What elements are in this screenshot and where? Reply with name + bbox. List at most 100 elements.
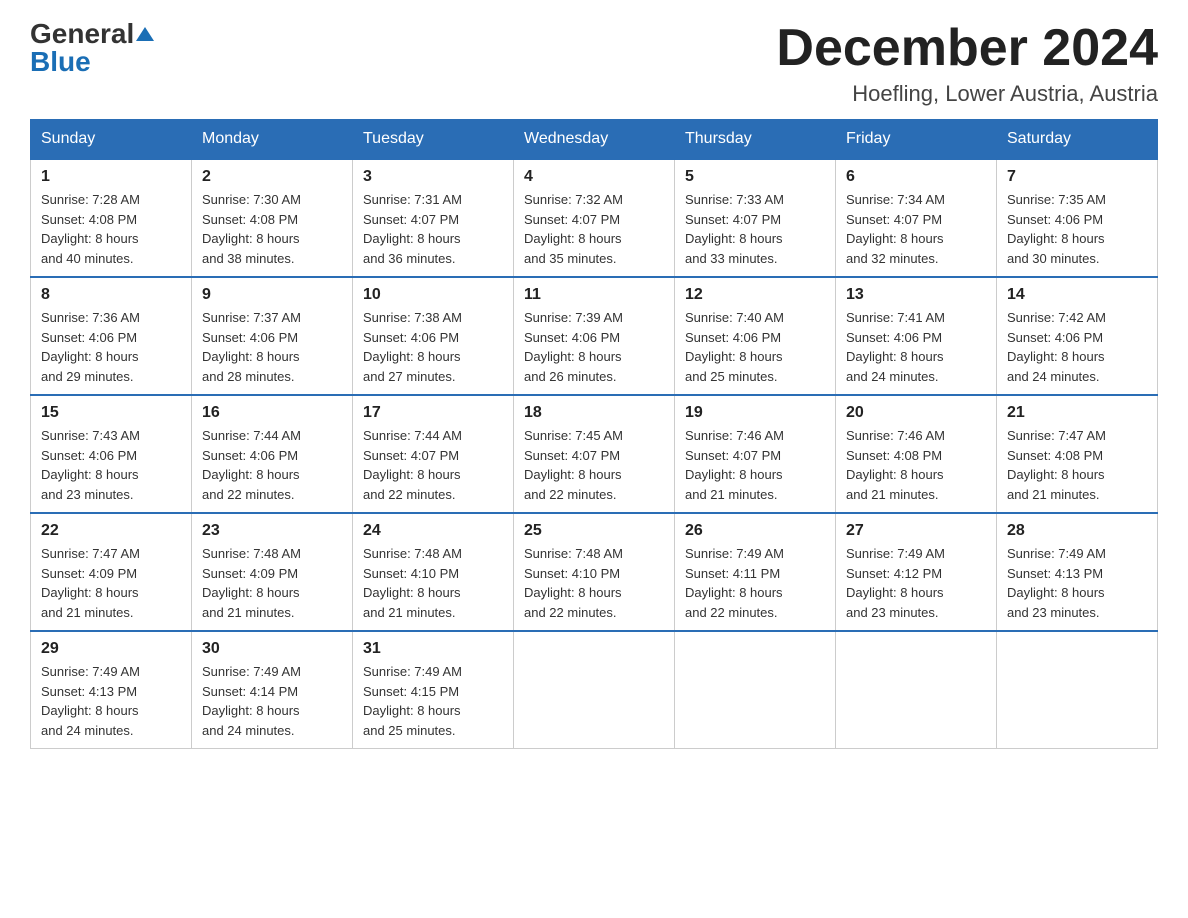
day-number: 18 [524, 404, 664, 422]
calendar-cell: 25 Sunrise: 7:48 AM Sunset: 4:10 PM Dayl… [514, 513, 675, 631]
day-number: 28 [1007, 522, 1147, 540]
day-number: 9 [202, 286, 342, 304]
day-number: 29 [41, 640, 181, 658]
calendar-week-row: 15 Sunrise: 7:43 AM Sunset: 4:06 PM Dayl… [31, 395, 1158, 513]
calendar-cell: 5 Sunrise: 7:33 AM Sunset: 4:07 PM Dayli… [675, 159, 836, 277]
day-number: 16 [202, 404, 342, 422]
calendar-week-row: 29 Sunrise: 7:49 AM Sunset: 4:13 PM Dayl… [31, 631, 1158, 749]
day-info: Sunrise: 7:35 AM Sunset: 4:06 PM Dayligh… [1007, 190, 1147, 268]
day-info: Sunrise: 7:46 AM Sunset: 4:07 PM Dayligh… [685, 426, 825, 504]
month-title: December 2024 [776, 20, 1158, 77]
calendar-cell: 13 Sunrise: 7:41 AM Sunset: 4:06 PM Dayl… [836, 277, 997, 395]
day-info: Sunrise: 7:48 AM Sunset: 4:09 PM Dayligh… [202, 544, 342, 622]
day-info: Sunrise: 7:49 AM Sunset: 4:15 PM Dayligh… [363, 662, 503, 740]
day-number: 7 [1007, 168, 1147, 186]
day-number: 30 [202, 640, 342, 658]
day-number: 15 [41, 404, 181, 422]
calendar-cell [514, 631, 675, 749]
logo-general: General [30, 20, 134, 48]
day-info: Sunrise: 7:49 AM Sunset: 4:11 PM Dayligh… [685, 544, 825, 622]
page-header: General Blue December 2024 Hoefling, Low… [30, 20, 1158, 107]
day-number: 1 [41, 168, 181, 186]
day-number: 13 [846, 286, 986, 304]
day-info: Sunrise: 7:28 AM Sunset: 4:08 PM Dayligh… [41, 190, 181, 268]
logo-triangle-icon [136, 25, 154, 43]
day-number: 22 [41, 522, 181, 540]
calendar-cell: 23 Sunrise: 7:48 AM Sunset: 4:09 PM Dayl… [192, 513, 353, 631]
day-info: Sunrise: 7:46 AM Sunset: 4:08 PM Dayligh… [846, 426, 986, 504]
day-info: Sunrise: 7:49 AM Sunset: 4:14 PM Dayligh… [202, 662, 342, 740]
day-info: Sunrise: 7:42 AM Sunset: 4:06 PM Dayligh… [1007, 308, 1147, 386]
day-number: 26 [685, 522, 825, 540]
weekday-header-monday: Monday [192, 120, 353, 160]
calendar-cell: 30 Sunrise: 7:49 AM Sunset: 4:14 PM Dayl… [192, 631, 353, 749]
day-info: Sunrise: 7:34 AM Sunset: 4:07 PM Dayligh… [846, 190, 986, 268]
location-title: Hoefling, Lower Austria, Austria [776, 81, 1158, 107]
day-number: 2 [202, 168, 342, 186]
calendar-cell [675, 631, 836, 749]
day-number: 11 [524, 286, 664, 304]
calendar-cell: 8 Sunrise: 7:36 AM Sunset: 4:06 PM Dayli… [31, 277, 192, 395]
calendar-cell: 19 Sunrise: 7:46 AM Sunset: 4:07 PM Dayl… [675, 395, 836, 513]
day-number: 8 [41, 286, 181, 304]
day-info: Sunrise: 7:36 AM Sunset: 4:06 PM Dayligh… [41, 308, 181, 386]
calendar-cell: 7 Sunrise: 7:35 AM Sunset: 4:06 PM Dayli… [997, 159, 1158, 277]
day-info: Sunrise: 7:48 AM Sunset: 4:10 PM Dayligh… [363, 544, 503, 622]
calendar-cell: 20 Sunrise: 7:46 AM Sunset: 4:08 PM Dayl… [836, 395, 997, 513]
calendar-header-row: SundayMondayTuesdayWednesdayThursdayFrid… [31, 120, 1158, 160]
calendar-cell: 12 Sunrise: 7:40 AM Sunset: 4:06 PM Dayl… [675, 277, 836, 395]
day-number: 17 [363, 404, 503, 422]
day-number: 21 [1007, 404, 1147, 422]
calendar-cell: 10 Sunrise: 7:38 AM Sunset: 4:06 PM Dayl… [353, 277, 514, 395]
calendar-cell: 27 Sunrise: 7:49 AM Sunset: 4:12 PM Dayl… [836, 513, 997, 631]
calendar-cell [997, 631, 1158, 749]
calendar-cell: 29 Sunrise: 7:49 AM Sunset: 4:13 PM Dayl… [31, 631, 192, 749]
calendar-week-row: 1 Sunrise: 7:28 AM Sunset: 4:08 PM Dayli… [31, 159, 1158, 277]
calendar-cell: 28 Sunrise: 7:49 AM Sunset: 4:13 PM Dayl… [997, 513, 1158, 631]
calendar-cell: 31 Sunrise: 7:49 AM Sunset: 4:15 PM Dayl… [353, 631, 514, 749]
calendar-cell: 18 Sunrise: 7:45 AM Sunset: 4:07 PM Dayl… [514, 395, 675, 513]
day-number: 12 [685, 286, 825, 304]
day-number: 10 [363, 286, 503, 304]
weekday-header-saturday: Saturday [997, 120, 1158, 160]
day-info: Sunrise: 7:45 AM Sunset: 4:07 PM Dayligh… [524, 426, 664, 504]
calendar-cell: 22 Sunrise: 7:47 AM Sunset: 4:09 PM Dayl… [31, 513, 192, 631]
day-info: Sunrise: 7:39 AM Sunset: 4:06 PM Dayligh… [524, 308, 664, 386]
day-info: Sunrise: 7:49 AM Sunset: 4:13 PM Dayligh… [41, 662, 181, 740]
day-info: Sunrise: 7:44 AM Sunset: 4:06 PM Dayligh… [202, 426, 342, 504]
day-info: Sunrise: 7:32 AM Sunset: 4:07 PM Dayligh… [524, 190, 664, 268]
calendar-cell: 4 Sunrise: 7:32 AM Sunset: 4:07 PM Dayli… [514, 159, 675, 277]
calendar-cell: 14 Sunrise: 7:42 AM Sunset: 4:06 PM Dayl… [997, 277, 1158, 395]
day-info: Sunrise: 7:48 AM Sunset: 4:10 PM Dayligh… [524, 544, 664, 622]
day-info: Sunrise: 7:30 AM Sunset: 4:08 PM Dayligh… [202, 190, 342, 268]
calendar-cell: 16 Sunrise: 7:44 AM Sunset: 4:06 PM Dayl… [192, 395, 353, 513]
calendar-table: SundayMondayTuesdayWednesdayThursdayFrid… [30, 119, 1158, 749]
weekday-header-wednesday: Wednesday [514, 120, 675, 160]
calendar-cell: 2 Sunrise: 7:30 AM Sunset: 4:08 PM Dayli… [192, 159, 353, 277]
calendar-cell: 9 Sunrise: 7:37 AM Sunset: 4:06 PM Dayli… [192, 277, 353, 395]
day-info: Sunrise: 7:41 AM Sunset: 4:06 PM Dayligh… [846, 308, 986, 386]
calendar-cell: 17 Sunrise: 7:44 AM Sunset: 4:07 PM Dayl… [353, 395, 514, 513]
weekday-header-friday: Friday [836, 120, 997, 160]
calendar-cell: 11 Sunrise: 7:39 AM Sunset: 4:06 PM Dayl… [514, 277, 675, 395]
day-info: Sunrise: 7:44 AM Sunset: 4:07 PM Dayligh… [363, 426, 503, 504]
weekday-header-sunday: Sunday [31, 120, 192, 160]
day-info: Sunrise: 7:47 AM Sunset: 4:08 PM Dayligh… [1007, 426, 1147, 504]
day-number: 31 [363, 640, 503, 658]
title-block: December 2024 Hoefling, Lower Austria, A… [776, 20, 1158, 107]
calendar-cell: 6 Sunrise: 7:34 AM Sunset: 4:07 PM Dayli… [836, 159, 997, 277]
day-number: 24 [363, 522, 503, 540]
day-info: Sunrise: 7:47 AM Sunset: 4:09 PM Dayligh… [41, 544, 181, 622]
day-number: 5 [685, 168, 825, 186]
day-info: Sunrise: 7:38 AM Sunset: 4:06 PM Dayligh… [363, 308, 503, 386]
day-number: 4 [524, 168, 664, 186]
day-info: Sunrise: 7:49 AM Sunset: 4:13 PM Dayligh… [1007, 544, 1147, 622]
day-number: 14 [1007, 286, 1147, 304]
logo: General Blue [30, 20, 154, 76]
calendar-week-row: 8 Sunrise: 7:36 AM Sunset: 4:06 PM Dayli… [31, 277, 1158, 395]
day-number: 6 [846, 168, 986, 186]
day-number: 3 [363, 168, 503, 186]
calendar-cell: 24 Sunrise: 7:48 AM Sunset: 4:10 PM Dayl… [353, 513, 514, 631]
calendar-cell [836, 631, 997, 749]
weekday-header-tuesday: Tuesday [353, 120, 514, 160]
